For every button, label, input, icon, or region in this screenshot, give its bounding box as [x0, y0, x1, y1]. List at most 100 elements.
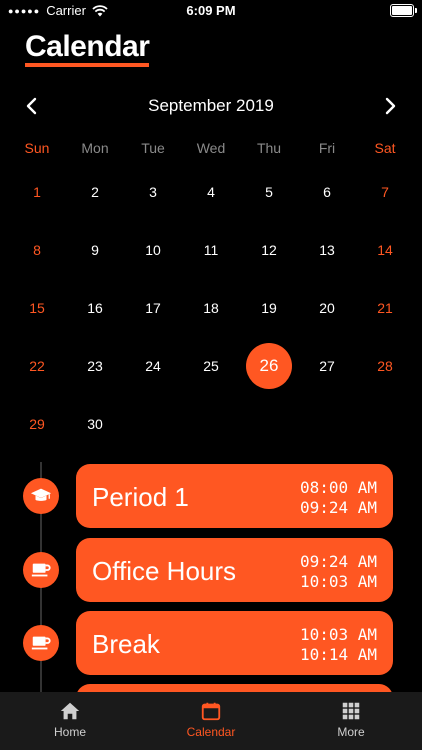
- tab-home[interactable]: Home: [20, 700, 120, 739]
- title-underline: [25, 63, 149, 67]
- calendar-day-number: 6: [323, 184, 331, 200]
- calendar-day-number: 12: [261, 242, 277, 258]
- weekday-header-row: Sun Mon Tue Wed Thu Fri Sat: [8, 140, 414, 156]
- calendar-day-number: 25: [203, 358, 219, 374]
- weekday-label: Thu: [256, 140, 282, 156]
- event-card[interactable]: Break 10:03 AM 10:14 AM: [76, 611, 393, 675]
- calendar-day[interactable]: 25: [182, 337, 240, 395]
- month-navigation: September 2019: [0, 92, 422, 120]
- calendar-day-number: 11: [203, 242, 219, 258]
- weekday-label: Sat: [374, 140, 396, 156]
- calendar-day[interactable]: 29: [8, 395, 66, 453]
- calendar-day[interactable]: 5: [240, 163, 298, 221]
- calendar-day[interactable]: 28: [356, 337, 414, 395]
- calendar-day[interactable]: 19: [240, 279, 298, 337]
- tab-label: Home: [53, 725, 86, 739]
- event-times: 09:24 AM 10:03 AM: [300, 552, 377, 592]
- calendar-day-number: 27: [319, 358, 335, 374]
- calendar-day-number: 21: [377, 300, 393, 316]
- calendar-day-number: 7: [381, 184, 389, 200]
- calendar-day[interactable]: 8: [8, 221, 66, 279]
- calendar-day-number: 3: [149, 184, 157, 200]
- weekday-label: Fri: [318, 140, 336, 156]
- weekday-label: Mon: [81, 140, 109, 156]
- event-start: 08:00 AM: [299, 478, 377, 497]
- calendar-day-number: 5: [265, 184, 273, 200]
- calendar-day[interactable]: 30: [66, 395, 124, 453]
- calendar-day-number: 14: [377, 242, 393, 258]
- calendar-day-number: 30: [87, 416, 103, 432]
- event-end: 10:14 AM: [299, 645, 377, 664]
- calendar-day[interactable]: 1: [8, 163, 66, 221]
- calendar-day[interactable]: 2: [66, 163, 124, 221]
- event-card[interactable]: Office Hours 09:24 AM 10:03 AM: [76, 538, 393, 602]
- calendar-day[interactable]: 4: [182, 163, 240, 221]
- calendar-day[interactable]: 15: [8, 279, 66, 337]
- event-name: Office Hours: [92, 556, 237, 586]
- calendar-day[interactable]: 16: [66, 279, 124, 337]
- calendar-day[interactable]: 11: [182, 221, 240, 279]
- calendar-day-number: 29: [29, 416, 45, 432]
- calendar-day[interactable]: 21: [356, 279, 414, 337]
- calendar-day-number: 20: [319, 300, 335, 316]
- grid-icon: [342, 702, 360, 720]
- weekday-label: Wed: [196, 140, 226, 156]
- calendar-day-number: 15: [29, 300, 45, 316]
- calendar-day-number: 17: [145, 300, 161, 316]
- weekday-label: Sun: [24, 140, 50, 156]
- calendar-day[interactable]: 27: [298, 337, 356, 395]
- calendar-day[interactable]: 18: [182, 279, 240, 337]
- calendar-icon: [201, 702, 221, 721]
- tab-bar: Home Calendar More: [0, 692, 422, 750]
- calendar-day-number: 19: [261, 300, 277, 316]
- event-name: Break: [92, 629, 160, 659]
- calendar-day[interactable]: 12: [240, 221, 298, 279]
- calendar-day-number: 9: [91, 242, 99, 258]
- event-times: 08:00 AM 09:24 AM: [300, 478, 377, 518]
- coffee-cup-icon: [23, 625, 59, 661]
- calendar-day[interactable]: 6: [298, 163, 356, 221]
- calendar-day-number: 4: [207, 184, 215, 200]
- tab-more[interactable]: More: [301, 700, 401, 739]
- page-title: Calendar: [25, 30, 150, 63]
- calendar-day-number: 2: [91, 184, 99, 200]
- tab-calendar[interactable]: Calendar: [161, 700, 261, 739]
- calendar-day-number: 1: [33, 184, 41, 200]
- calendar-day-number: 16: [87, 300, 103, 316]
- events-timeline: Period 1 08:00 AM 09:24 AM Office Hours …: [0, 462, 422, 692]
- calendar-day[interactable]: 13: [298, 221, 356, 279]
- event-name: Period 1: [92, 482, 189, 512]
- calendar-day[interactable]: 20: [298, 279, 356, 337]
- calendar-day-number: 10: [145, 242, 161, 258]
- weekday-label: Tue: [141, 140, 165, 156]
- tab-label: More: [337, 725, 365, 739]
- event-card-partial[interactable]: [76, 684, 393, 692]
- calendar-day[interactable]: 9: [66, 221, 124, 279]
- calendar-day[interactable]: 24: [124, 337, 182, 395]
- calendar-day-number: 18: [203, 300, 219, 316]
- month-label: September 2019: [148, 96, 274, 115]
- battery-icon: [390, 4, 417, 17]
- calendar-day[interactable]: 7: [356, 163, 414, 221]
- calendar-day[interactable]: 14: [356, 221, 414, 279]
- home-icon: [60, 702, 80, 720]
- calendar-day-selected[interactable]: 26: [240, 337, 298, 395]
- calendar-day[interactable]: 22: [8, 337, 66, 395]
- calendar-day-grid: 1 2 3 4 5 6 7 8 9 10 11 12 13 14 15 16 17 18 19 20 21 22 23 24 2…: [8, 163, 414, 453]
- calendar-day[interactable]: 23: [66, 337, 124, 395]
- event-card[interactable]: Period 1 08:00 AM 09:24 AM: [76, 464, 393, 528]
- calendar-day-number: 8: [33, 242, 41, 258]
- event-times: 10:03 AM 10:14 AM: [300, 625, 377, 665]
- calendar-day-number: 28: [377, 358, 393, 374]
- calendar-day-number: 24: [145, 358, 161, 374]
- calendar-day[interactable]: 17: [124, 279, 182, 337]
- calendar-day[interactable]: 3: [124, 163, 182, 221]
- calendar-day-number: 13: [319, 242, 335, 258]
- coffee-cup-icon: [23, 552, 59, 588]
- status-bar: ●●●●● Carrier 6:09 PM: [0, 0, 422, 22]
- calendar-day[interactable]: 10: [124, 221, 182, 279]
- chevron-right-icon[interactable]: [378, 94, 402, 118]
- calendar-day-number: 23: [87, 358, 103, 374]
- event-start: 10:03 AM: [299, 625, 377, 644]
- graduation-cap-icon: [23, 478, 59, 514]
